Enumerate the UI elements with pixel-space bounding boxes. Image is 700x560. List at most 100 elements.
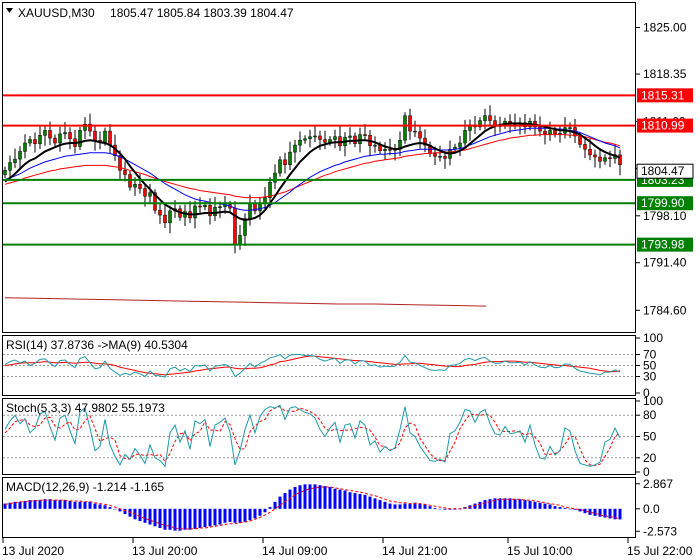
time-tick-label: 14 Jul 09:00 [262, 544, 328, 558]
macd-bar [493, 498, 497, 509]
price-tick-label: 1791.40 [643, 256, 687, 270]
candle-body [378, 144, 382, 151]
candle-body [578, 135, 582, 145]
candle-body [383, 149, 387, 151]
macd-bar [178, 508, 182, 531]
candle-body [403, 115, 407, 141]
macd-bar [48, 499, 52, 509]
macd-bar [378, 500, 382, 509]
macd-bar [558, 507, 562, 509]
macd-bar [93, 503, 97, 509]
candle-body [243, 218, 247, 236]
candle-body [318, 135, 322, 140]
candle-body [488, 115, 492, 121]
candle-body [218, 206, 222, 208]
macd-bar [258, 508, 262, 516]
macd-bar [403, 503, 407, 509]
macd-bar [563, 507, 567, 509]
macd-bar [193, 508, 197, 529]
macd-bar [63, 500, 67, 509]
candle-body [388, 149, 392, 151]
candle-body [38, 135, 42, 144]
macd-bar [293, 486, 297, 509]
macd-bar [238, 508, 242, 523]
candle-body [298, 139, 302, 146]
macd-bar [423, 504, 427, 509]
candle-body [258, 203, 262, 212]
macd-bar [518, 499, 522, 509]
candle-body [348, 135, 352, 138]
candle-body [283, 159, 287, 165]
macd-bar [68, 500, 72, 509]
price-tick-label: 1784.60 [643, 303, 687, 317]
macd-bar [533, 501, 537, 509]
price-tick-label: 1798.10 [643, 209, 687, 223]
candle-body [193, 205, 197, 219]
macd-bar [273, 501, 277, 509]
macd-bar [428, 506, 432, 509]
candle-body [13, 158, 17, 163]
candle-body [148, 192, 152, 197]
candle-body [93, 130, 97, 141]
candle-body [598, 156, 602, 162]
candle-body [303, 138, 307, 141]
macd-bar [508, 498, 512, 509]
candle-body [538, 126, 542, 132]
macd-bar [568, 508, 572, 510]
macd-title: MACD(12,26,9) -1.214 -1.165 [6, 480, 164, 494]
stoch-title: Stoch(5,3,3) 47.9802 55.1973 [6, 401, 165, 415]
macd-bar [408, 503, 412, 509]
macd-bar [213, 508, 217, 526]
macd-bar [153, 508, 157, 527]
macd-bar [483, 500, 487, 509]
candle-body [78, 130, 82, 147]
macd-bar [148, 508, 152, 525]
candle-body [313, 135, 317, 138]
price-panel[interactable] [2, 2, 636, 333]
macd-bar [98, 504, 102, 509]
macd-bar [298, 485, 302, 509]
macd-bar [588, 508, 592, 515]
candle-body [363, 134, 367, 136]
candle-body [568, 127, 572, 129]
macd-bar [388, 503, 392, 509]
time-tick-label: 14 Jul 21:00 [382, 544, 448, 558]
macd-bar [343, 490, 347, 509]
candle-body [443, 156, 447, 159]
macd-bar [318, 485, 322, 509]
macd-bar [88, 501, 92, 509]
macd-bar [618, 508, 622, 520]
candle-body [373, 144, 377, 147]
macd-bar [203, 508, 207, 528]
candle-body [593, 154, 597, 158]
macd-bar [528, 500, 532, 509]
macd-bar [173, 508, 177, 531]
level-tag-label: 1799.90 [641, 196, 685, 210]
macd-bar [303, 484, 307, 509]
level-tag-label: 1793.98 [641, 238, 685, 252]
macd-bar [113, 508, 117, 510]
macd-bar [263, 508, 267, 513]
stoch-tick-label: 100 [643, 394, 663, 408]
candle-body [23, 142, 27, 152]
macd-bar [383, 501, 387, 509]
candle-body [308, 136, 312, 140]
stoch-tick-label: 80 [643, 408, 657, 422]
macd-bar [218, 508, 222, 525]
candle-body [608, 157, 612, 159]
candle-body [418, 131, 422, 139]
candle-body [108, 130, 112, 146]
macd-bar [363, 494, 367, 509]
trading-chart[interactable]: 1825.001818.351811.601804.851798.101791.… [0, 0, 700, 560]
macd-bar [358, 493, 362, 509]
macd-bar [268, 507, 272, 509]
macd-bar [323, 486, 327, 509]
macd-bar [243, 508, 247, 522]
macd-bar [328, 486, 332, 509]
macd-bar [353, 493, 357, 509]
candle-body [53, 137, 57, 144]
candle-body [588, 149, 592, 156]
macd-bar [53, 500, 57, 509]
candle-body [58, 133, 62, 144]
macd-bar [103, 505, 107, 509]
